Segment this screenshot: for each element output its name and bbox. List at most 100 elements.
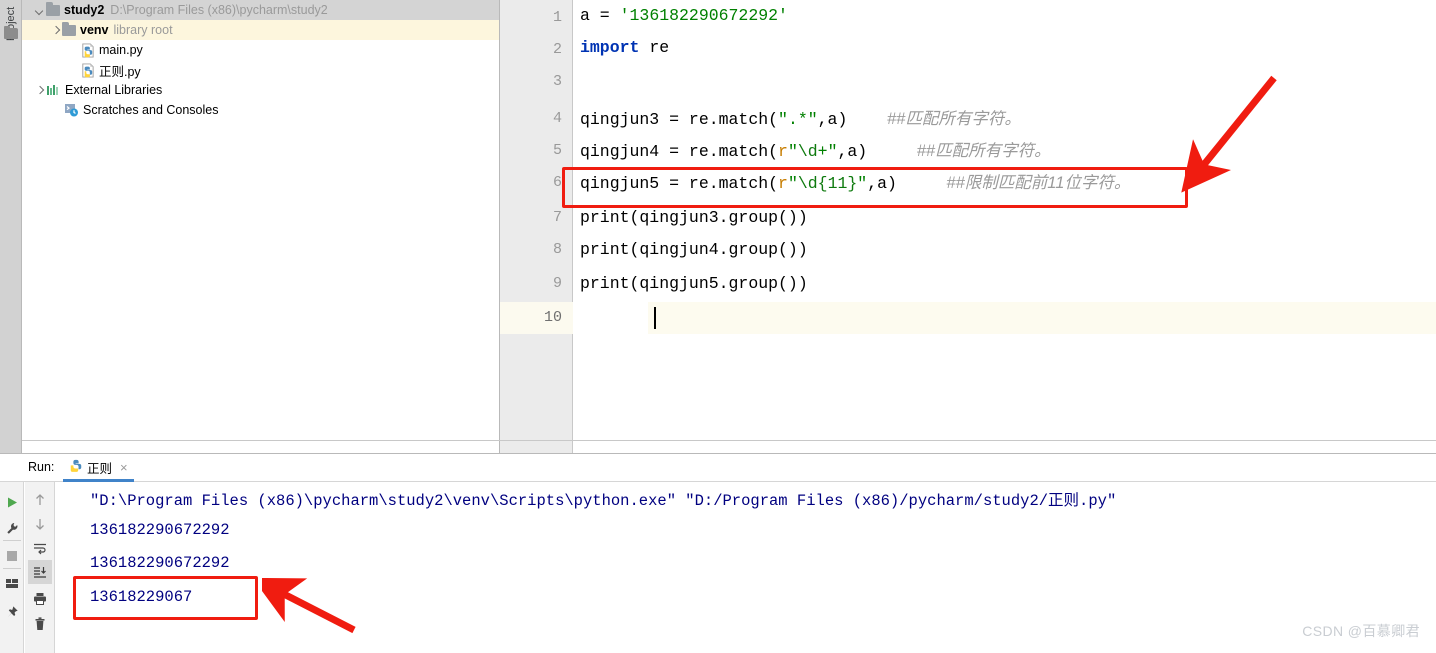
up-button[interactable] [28,488,52,512]
line-number: 6 [552,174,562,191]
code-line-2[interactable]: import re [580,32,669,64]
code-token-string: ".*" [778,110,818,129]
code-token-string: " [787,142,798,161]
tree-item-label: main.py [99,43,143,57]
tree-item-main-py[interactable]: main.py [22,40,499,60]
console-line: 136182290672292 [90,521,230,539]
line-number: 2 [552,41,562,58]
run-console-output[interactable]: "D:\Program Files (x86)\pycharm\study2\v… [56,482,1436,653]
gutter-caret-line-highlight [500,302,573,334]
editor-bottom-divider [22,440,1436,441]
python-icon [69,458,83,477]
code-line-7[interactable]: print(qingjun3.group()) [580,202,808,234]
caret-line-highlight [648,302,1436,334]
run-tab-bar: Run: 正则 × [0,454,1436,482]
code-token-prefix: r [778,174,788,193]
layout-button[interactable] [0,572,24,596]
code-token-string: " [787,174,798,193]
code-line-1[interactable]: a = '136182290672292' [580,0,788,32]
code-token-string: " [857,174,868,193]
chevron-down-icon[interactable] [34,4,46,16]
tree-item-label: External Libraries [65,83,163,97]
python-file-icon [80,62,95,78]
code-token: print(qingjun4.group()) [580,240,808,259]
settings-button[interactable] [0,516,24,540]
text-caret [654,307,656,329]
code-token: qingjun3 = re.match( [580,110,779,129]
csdn-watermark: CSDN @百慕卿君 [1302,623,1420,639]
line-number: 5 [552,142,562,159]
code-token-escape: \d [797,142,818,161]
code-line-5[interactable]: qingjun4 = re.match(r"\d+",a) ##匹配所有字符。 [580,135,1051,167]
code-line-9[interactable]: print(qingjun5.group()) [580,268,808,300]
rerun-button[interactable] [0,490,24,514]
tree-item-label: Scratches and Consoles [83,103,219,117]
code-token-string: '136182290672292' [619,6,788,25]
editor-gutter[interactable]: 1 2 3 4 5 6 7 8 9 10 [500,0,573,453]
soft-wrap-button[interactable] [28,536,52,560]
folder-icon [4,26,18,39]
chevron-right-icon[interactable] [50,24,62,36]
code-token-comment: ##匹配所有字符。 [886,110,1021,128]
tree-item-venv[interactable]: venv library root [22,20,499,40]
tool-window-strip: Project [0,0,22,453]
code-token: print(qingjun3.group()) [580,208,808,227]
close-icon[interactable]: × [120,461,128,474]
code-token: qingjun4 = re.match( [580,142,779,161]
line-number: 1 [552,9,562,26]
code-editor[interactable]: 1 2 3 4 5 6 7 8 9 10 a = '13618229067229… [500,0,1436,453]
tree-item-label: venv [80,23,109,37]
tree-item-path: D:\Program Files (x86)\pycharm\study2 [110,3,328,17]
code-token-escape: \d{11} [797,174,858,193]
pycharm-window: Project study2 D:\Program Files (x86)\py… [0,0,1436,653]
code-token-comment: ##匹配所有字符。 [916,142,1051,160]
code-token: qingjun5 = re.match( [580,174,779,193]
run-tab-zhengze[interactable]: 正则 × [63,456,134,482]
code-line-4[interactable]: qingjun3 = re.match(".*",a) ##匹配所有字符。 [580,103,1021,135]
library-icon [46,84,61,97]
tree-item-study2[interactable]: study2 D:\Program Files (x86)\pycharm\st… [22,0,499,20]
folder-icon [46,1,60,16]
pin-button[interactable] [0,600,24,624]
run-tab-label: 正则 [87,462,113,476]
editor-text-area[interactable]: a = '136182290672292' import re qingjun3… [574,0,1436,453]
python-file-icon [80,42,95,58]
run-left-toolbar[interactable] [0,482,24,653]
folder-icon [62,21,76,36]
line-number: 8 [552,241,562,258]
console-line: 136182290672292 [90,554,230,572]
tree-item-label: study2 [64,3,105,17]
trash-button[interactable] [28,612,52,636]
run-window-label: Run: [28,460,55,474]
code-token: ,a) [867,174,897,193]
project-tool-window[interactable]: study2 D:\Program Files (x86)\pycharm\st… [22,0,500,453]
run-tool-window[interactable]: Run: 正则 × "D:\Program Files (x86)\pychar… [0,453,1436,653]
print-button[interactable] [28,586,52,610]
tree-item-zhengze-py[interactable]: 正则.py [22,60,499,80]
scratches-icon [64,103,79,117]
chevron-right-icon[interactable] [34,84,46,96]
console-line: "D:\Program Files (x86)\pycharm\study2\v… [90,492,1117,510]
code-token-comment: ##限制匹配前11位字符。 [946,174,1131,192]
tree-item-scratches-and-consoles[interactable]: Scratches and Consoles [22,100,499,120]
down-button[interactable] [28,512,52,536]
code-line-8[interactable]: print(qingjun4.group()) [580,234,808,266]
code-token-keyword: import [580,38,640,57]
code-line-6[interactable]: qingjun5 = re.match(r"\d{11}",a) ##限制匹配前… [580,167,1130,199]
stop-button[interactable] [0,544,24,568]
line-number-active: 10 [543,309,562,326]
code-token: print(qingjun5.group()) [580,274,808,293]
scroll-to-end-button[interactable] [28,560,52,584]
code-token-prefix: r [778,142,788,161]
code-token: a = [580,6,620,25]
tree-item-external-libraries[interactable]: External Libraries [22,80,499,100]
line-number: 7 [552,209,562,226]
code-token: ,a) [817,110,848,129]
run-console-toolbar[interactable] [25,482,55,653]
line-number: 3 [552,73,562,90]
code-token: ,a) [837,142,868,161]
toolbar-divider [3,568,21,569]
code-token-string: +" [817,142,838,161]
